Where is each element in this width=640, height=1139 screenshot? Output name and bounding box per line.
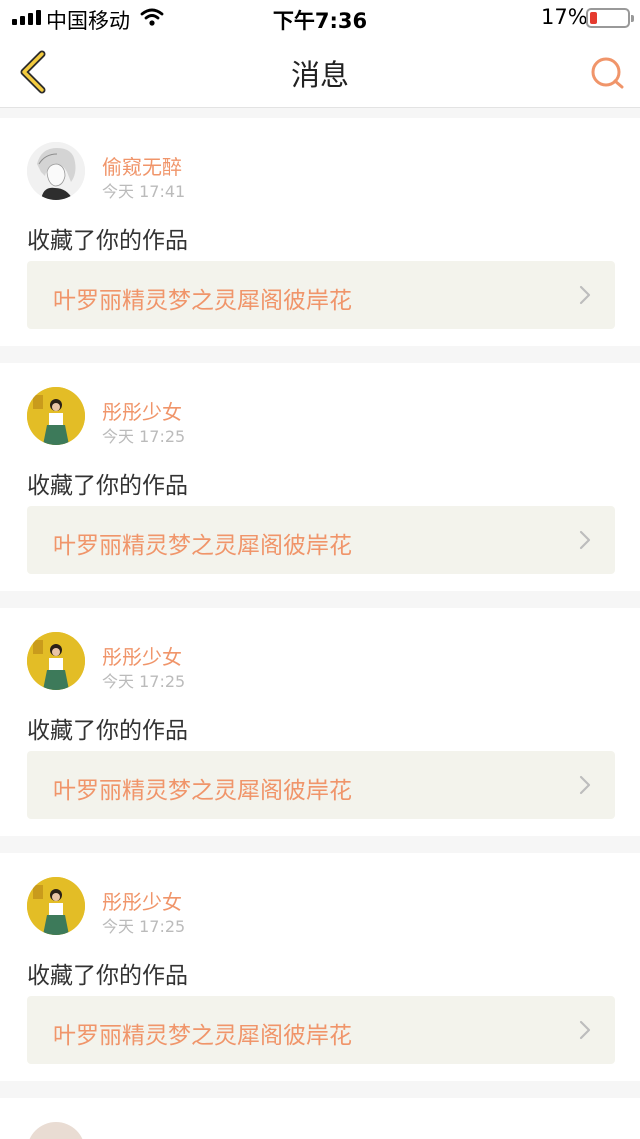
chevron-right-icon — [579, 775, 591, 795]
avatar[interactable] — [27, 142, 85, 200]
message-time: 今天 17:25 — [102, 427, 186, 446]
battery-icon — [586, 8, 634, 28]
avatar[interactable] — [27, 632, 85, 690]
search-button[interactable] — [588, 54, 628, 94]
user-name[interactable]: 彤彤少女 — [102, 641, 182, 670]
sketch-portrait-icon — [27, 142, 85, 200]
message-card: 彤彤少女 今天 17:25 收藏了你的作品 叶罗丽精灵梦之灵犀阁彼岸花 — [0, 608, 640, 836]
work-title: 叶罗丽精灵梦之灵犀阁彼岸花 — [53, 778, 352, 804]
chevron-right-icon — [579, 530, 591, 550]
work-title: 叶罗丽精灵梦之灵犀阁彼岸花 — [53, 533, 352, 559]
messages-screen: 中国移动 下午7:36 17% 消息 偷窥无醉 今天 17:41 收藏了你的作品… — [0, 0, 640, 1139]
work-link[interactable]: 叶罗丽精灵梦之灵犀阁彼岸花 — [27, 261, 615, 329]
girl-portrait-icon — [27, 877, 85, 935]
message-time: 今天 17:41 — [102, 182, 186, 201]
nav-bar: 消息 — [0, 36, 640, 108]
avatar[interactable] — [27, 877, 85, 935]
work-link[interactable]: 叶罗丽精灵梦之灵犀阁彼岸花 — [27, 996, 615, 1064]
action-text: 收藏了你的作品 — [27, 718, 188, 744]
message-time: 今天 17:25 — [102, 672, 186, 691]
chevron-right-icon — [579, 285, 591, 305]
user-name[interactable]: 彤彤少女 — [102, 396, 182, 425]
avatar[interactable] — [27, 1122, 85, 1139]
user-name[interactable]: 彤彤少女 — [102, 886, 182, 915]
action-text: 收藏了你的作品 — [27, 963, 188, 989]
search-icon — [591, 57, 624, 89]
message-card-partial — [0, 1098, 640, 1139]
work-link[interactable]: 叶罗丽精灵梦之灵犀阁彼岸花 — [27, 506, 615, 574]
message-time: 今天 17:25 — [102, 917, 186, 936]
status-bar: 中国移动 下午7:36 17% — [0, 0, 640, 36]
action-text: 收藏了你的作品 — [27, 228, 188, 254]
message-card: 偷窥无醉 今天 17:41 收藏了你的作品 叶罗丽精灵梦之灵犀阁彼岸花 — [0, 118, 640, 346]
chevron-right-icon — [579, 1020, 591, 1040]
message-card: 彤彤少女 今天 17:25 收藏了你的作品 叶罗丽精灵梦之灵犀阁彼岸花 — [0, 363, 640, 591]
work-link[interactable]: 叶罗丽精灵梦之灵犀阁彼岸花 — [27, 751, 615, 819]
girl-portrait-icon — [27, 387, 85, 445]
page-title: 消息 — [290, 58, 349, 92]
work-title: 叶罗丽精灵梦之灵犀阁彼岸花 — [53, 288, 352, 314]
girl-portrait-icon — [27, 632, 85, 690]
avatar[interactable] — [27, 387, 85, 445]
action-text: 收藏了你的作品 — [27, 473, 188, 499]
battery-percentage: 17% — [541, 5, 588, 29]
message-card: 彤彤少女 今天 17:25 收藏了你的作品 叶罗丽精灵梦之灵犀阁彼岸花 — [0, 853, 640, 1081]
work-title: 叶罗丽精灵梦之灵犀阁彼岸花 — [53, 1023, 352, 1049]
user-name[interactable]: 偷窥无醉 — [102, 151, 182, 180]
